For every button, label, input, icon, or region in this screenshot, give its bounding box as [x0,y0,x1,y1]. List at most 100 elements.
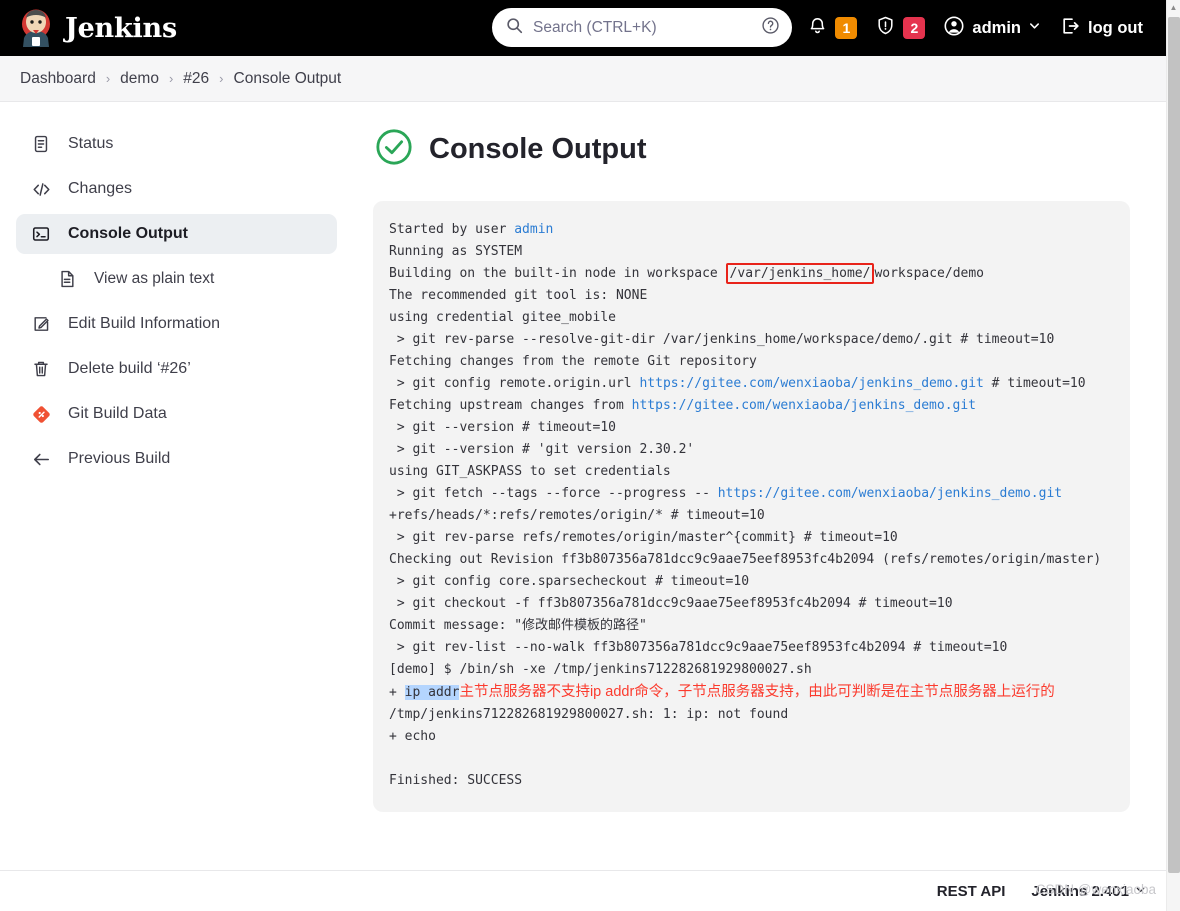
security-badge: 2 [903,17,926,39]
console-line: > git fetch --tags --force --progress --… [389,486,1062,501]
breadcrumb-item-dashboard[interactable]: Dashboard [20,70,96,88]
code-brackets-icon [30,178,52,200]
breadcrumb-separator: › [105,71,111,86]
page-title-row: Console Output [375,128,1130,171]
sidebar-item-label: Delete build ‘#26’ [68,360,191,377]
console-token-link[interactable]: https://gitee.com/wenxiaoba/jenkins_demo… [632,398,976,413]
sidebar-item-git-build-data[interactable]: Git Build Data [16,394,337,434]
page-footer: REST API Jenkins 2.401 [0,870,1166,911]
arrow-left-icon [30,448,52,470]
scroll-up-arrow-icon[interactable]: ▲ [1167,0,1180,14]
scrollbar-thumb[interactable] [1168,17,1180,873]
sidebar-item-previous-build[interactable]: Previous Build [16,439,337,479]
console-token-link[interactable]: https://gitee.com/wenxiaoba/jenkins_demo… [639,376,983,391]
sidebar-item-label: Status [68,135,114,152]
console-token: workspace/demo [874,266,985,281]
help-circle-icon[interactable] [761,16,780,40]
sidebar-item-delete-build[interactable]: Delete build ‘#26’ [16,349,337,389]
console-token: > git config core.sparsecheckout # timeo… [389,574,750,589]
sidebar-item-label: Changes [68,180,133,197]
console-token: Checking out Revision ff3b807356a781dcc9… [389,552,1102,567]
console-token: [demo] $ /bin/sh -xe /tmp/jenkins7122826… [389,662,812,677]
console-line: Started by user admin [389,222,553,237]
jenkins-version-menu[interactable]: Jenkins 2.401 [1031,882,1146,900]
sidebar-item-label: Console Output [68,225,188,242]
breadcrumb: Dashboard › demo › #26 › Console Output [0,56,1180,102]
console-line: > git config remote.origin.url https://g… [389,376,1086,391]
breadcrumb-separator: › [168,71,174,86]
breadcrumb-item-demo[interactable]: demo [120,70,159,88]
console-token: Building on the built-in node in workspa… [389,266,726,281]
sidebar-item-view-as-plain-text[interactable]: View as plain text [42,259,337,299]
breadcrumb-separator: › [219,71,224,86]
console-token-link[interactable]: https://gitee.com/wenxiaoba/jenkins_demo… [718,486,1062,501]
console-token: The recommended git tool is: NONE [389,288,648,303]
notifications-button[interactable]: 1 [798,8,866,48]
console-line: Running as SYSTEM [389,244,522,259]
jenkins-version-label: Jenkins 2.401 [1031,882,1129,900]
console-token: using GIT_ASKPASS to set credentials [389,464,671,479]
sidebar-item-changes[interactable]: Changes [16,169,337,209]
logout-label: log out [1088,18,1143,37]
console-line: > git rev-parse --resolve-git-dir /var/j… [389,332,1054,347]
search-box[interactable] [492,8,792,47]
breadcrumb-item-console-output[interactable]: Console Output [234,70,342,88]
console-line: [demo] $ /bin/sh -xe /tmp/jenkins7122826… [389,662,812,677]
user-menu-button[interactable]: admin [934,8,1050,48]
console-token: using credential gitee_mobile [389,310,616,325]
jenkins-butler-logo [18,8,54,48]
sidebar: Status Changes Console Output View as pl… [0,102,355,911]
console-line: > git rev-parse refs/remotes/origin/mast… [389,530,898,545]
plain-text-file-icon [56,268,78,290]
breadcrumb-item-build[interactable]: #26 [183,70,209,88]
console-output-panel[interactable]: Started by user admin Running as SYSTEM … [373,201,1130,812]
console-line: using GIT_ASKPASS to set credentials [389,464,671,479]
console-line: > git rev-list --no-walk ff3b807356a781d… [389,640,1007,655]
console-line: +refs/heads/*:refs/remotes/origin/* # ti… [389,508,765,523]
shield-exclamation-icon [875,15,896,41]
sidebar-item-label: View as plain text [94,270,215,287]
security-button[interactable]: 2 [866,8,934,48]
rest-api-link[interactable]: REST API [937,883,1006,900]
console-token: > git --version # timeout=10 [389,420,616,435]
console-line: Building on the built-in node in workspa… [389,263,984,284]
sidebar-item-console-output[interactable]: Console Output [16,214,337,254]
console-line: + echo [389,729,436,744]
page-title: Console Output [429,133,647,165]
user-circle-icon [943,15,965,42]
search-input[interactable] [533,18,751,37]
sidebar-item-label: Previous Build [68,450,171,467]
console-token: # timeout=10 [983,376,1086,391]
sidebar-item-status[interactable]: Status [16,124,337,164]
console-line: > git --version # timeout=10 [389,420,616,435]
console-log-text: Started by user admin Running as SYSTEM … [389,219,1114,792]
console-line: > git config core.sparsecheckout # timeo… [389,574,749,589]
console-line: > git checkout -f ff3b807356a781dcc9c9aa… [389,596,953,611]
console-token: Finished: SUCCESS [389,773,523,788]
header-actions: 1 2 admin log out [798,8,1166,48]
console-line: Fetching changes from the remote Git rep… [389,354,757,369]
console-token-link[interactable]: admin [514,222,553,237]
notifications-badge: 1 [835,17,858,39]
console-line: Commit message: "修改邮件模板的路径" [389,618,647,633]
console-token: > git rev-list --no-walk ff3b807356a781d… [389,640,1008,655]
terminal-icon [30,223,52,245]
console-token: + echo [389,729,436,744]
console-line: Finished: SUCCESS [389,773,522,788]
jenkins-home-link[interactable]: Jenkins [18,8,177,48]
console-line: Fetching upstream changes from https://g… [389,398,976,413]
edit-pencil-icon [30,313,52,335]
console-token-note: 主节点服务器不支持ip addr命令，子节点服务器支持，由此可判断是在主节点服务… [459,684,1055,700]
user-name-label: admin [972,18,1022,37]
console-token: Fetching upstream changes from [389,398,632,413]
page-scrollbar[interactable]: ▲ [1166,0,1180,911]
console-token: > git config remote.origin.url [389,376,640,391]
console-line: Checking out Revision ff3b807356a781dcc9… [389,552,1101,567]
console-line: + ip addr主节点服务器不支持ip addr命令，子节点服务器支持，由此可… [389,684,1055,700]
console-token: + [389,685,405,700]
console-token: > git fetch --tags --force --progress -- [389,486,718,501]
logout-button[interactable]: log out [1050,8,1152,48]
sidebar-item-edit-build-information[interactable]: Edit Build Information [16,304,337,344]
console-token: /tmp/jenkins712282681929800027.sh: 1: ip… [389,707,789,722]
page-body: Status Changes Console Output View as pl… [0,102,1180,911]
